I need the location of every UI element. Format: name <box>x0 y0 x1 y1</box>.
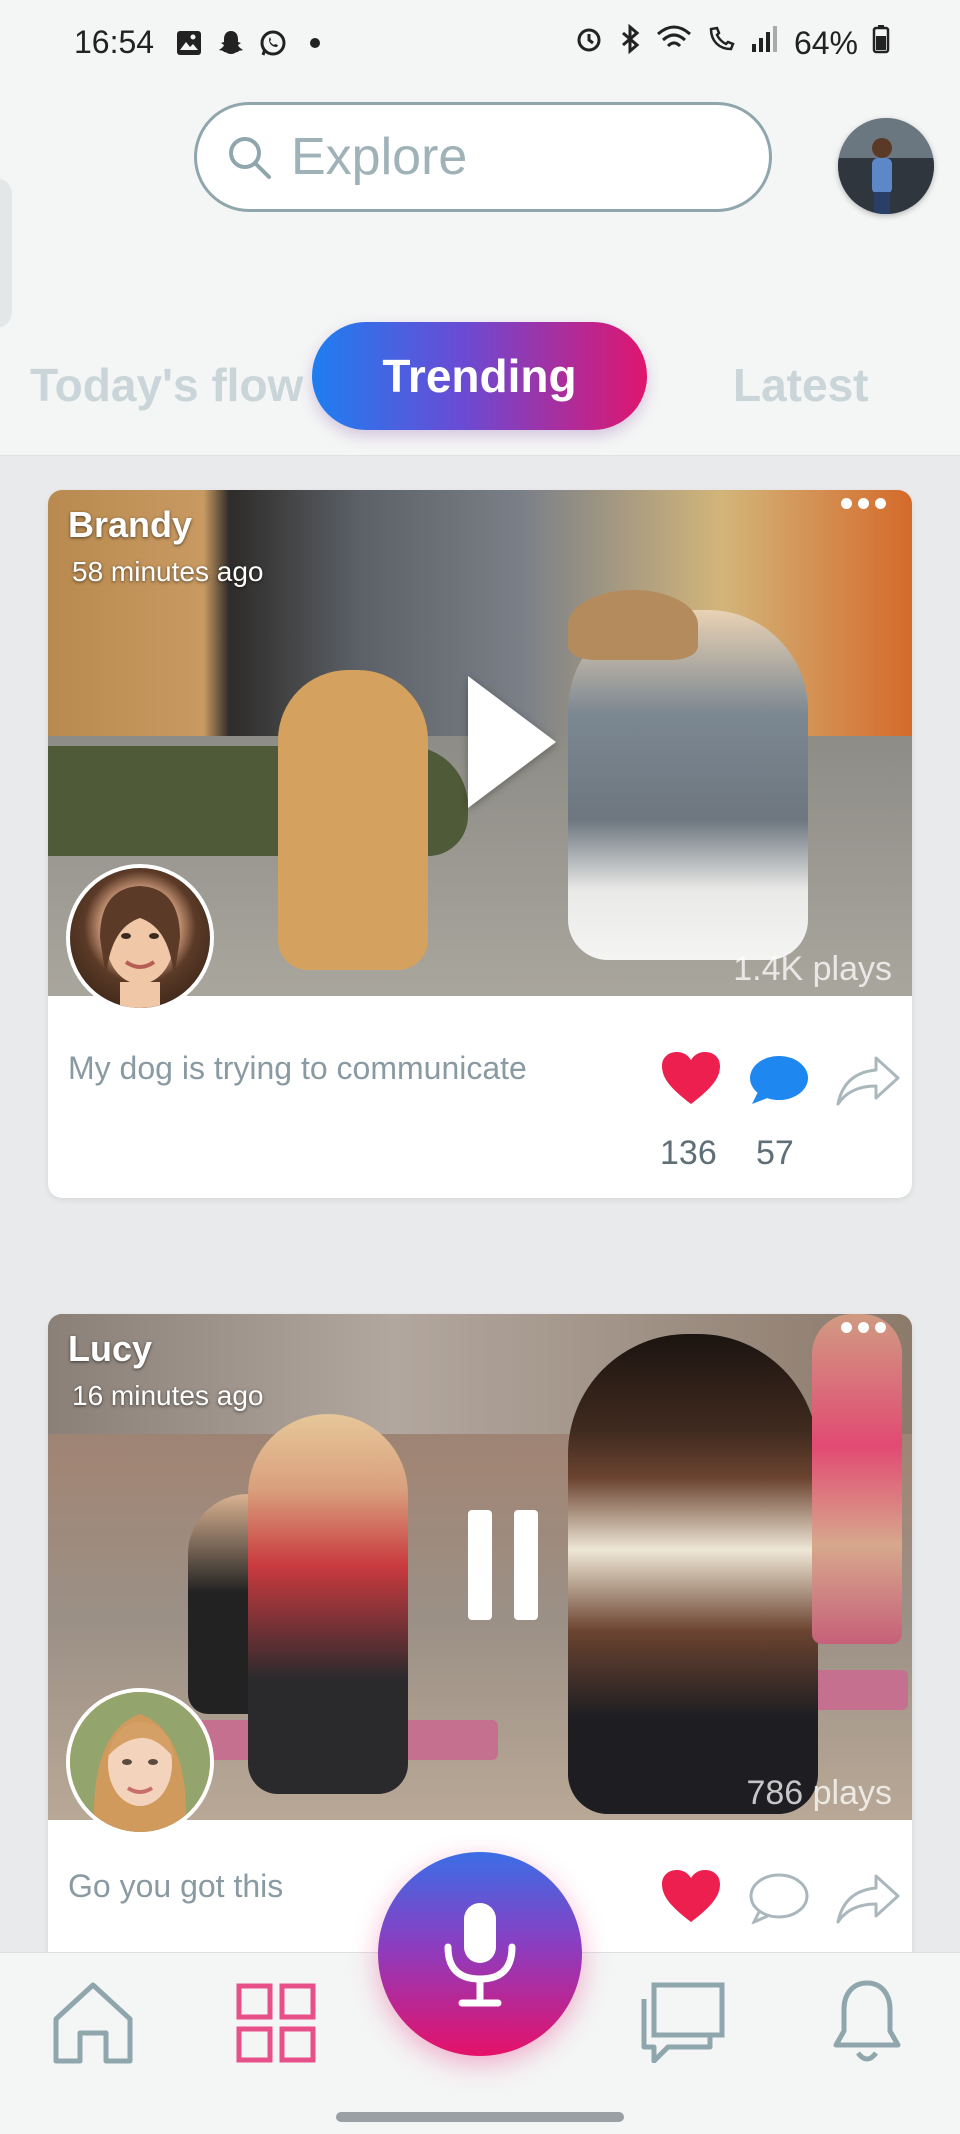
grid-icon[interactable] <box>236 1983 316 2063</box>
mic-icon <box>444 1903 516 2007</box>
comment-count: 57 <box>756 1134 794 1172</box>
wifi-icon <box>656 24 692 62</box>
play-count: 786 plays <box>746 1774 892 1812</box>
media-scene-person <box>248 1414 408 1794</box>
like-count: 136 <box>660 1134 717 1172</box>
user-avatar[interactable] <box>66 864 214 1012</box>
post-username[interactable]: Brandy <box>68 504 192 546</box>
post-timestamp: 58 minutes ago <box>72 556 264 587</box>
media-scene-dog <box>278 670 428 970</box>
media-scene-hat <box>568 590 698 660</box>
post-caption: Go you got this <box>68 1868 284 1904</box>
heart-icon[interactable] <box>660 1050 722 1106</box>
search-input[interactable] <box>291 127 731 187</box>
status-left-icons <box>174 28 330 58</box>
tab-todays-flow[interactable]: Today's flow <box>30 358 303 412</box>
post-card: Brandy 58 minutes ago 1.4K plays My dog … <box>48 490 912 1198</box>
status-time: 16:54 <box>74 24 155 60</box>
post-username[interactable]: Lucy <box>68 1328 152 1370</box>
status-right: 64% <box>574 23 890 62</box>
home-icon[interactable] <box>50 1979 136 2065</box>
comment-icon[interactable] <box>748 1872 810 1924</box>
wifi-call-icon <box>706 24 736 62</box>
heart-icon[interactable] <box>660 1868 722 1924</box>
bell-icon[interactable] <box>830 1977 904 2067</box>
whatsapp-icon <box>258 28 288 58</box>
media-scene-person <box>568 1334 818 1814</box>
signal-icon <box>750 24 780 62</box>
pause-icon[interactable] <box>468 1510 538 1620</box>
share-icon[interactable] <box>836 1054 900 1106</box>
feed-tabs: Today's flow Trending Latest <box>0 322 960 432</box>
tab-trending[interactable]: Trending <box>312 322 647 430</box>
share-icon[interactable] <box>836 1872 900 1924</box>
search-icon <box>229 137 271 179</box>
post-timestamp: 16 minutes ago <box>72 1380 264 1411</box>
app-header: Today's flow Trending Latest <box>0 88 960 456</box>
side-drawer-handle[interactable] <box>0 178 12 328</box>
media-scene-woman <box>568 610 808 960</box>
post-actions: 136 57 <box>660 1050 900 1172</box>
gallery-icon <box>174 28 204 58</box>
snapchat-icon <box>216 28 246 58</box>
comment-icon[interactable] <box>748 1054 810 1106</box>
search-bar[interactable] <box>194 102 772 212</box>
profile-avatar[interactable] <box>838 118 934 214</box>
chat-icon[interactable] <box>640 1981 726 2063</box>
home-indicator[interactable] <box>336 2112 624 2122</box>
more-options-icon[interactable] <box>841 1322 886 1333</box>
user-avatar[interactable] <box>66 1688 214 1836</box>
more-options-icon[interactable] <box>841 498 886 509</box>
play-count: 1.4K plays <box>733 950 892 988</box>
record-button[interactable] <box>378 1852 582 2056</box>
tab-latest[interactable]: Latest <box>733 358 868 412</box>
battery-text: 64% <box>793 24 858 61</box>
bluetooth-icon <box>618 23 642 62</box>
media-scene-person <box>812 1314 902 1644</box>
play-icon[interactable] <box>468 676 556 808</box>
post-caption: My dog is trying to communicate <box>68 1050 527 1086</box>
dot-icon <box>300 28 330 58</box>
battery-icon <box>872 24 890 62</box>
status-bar: 16:54 64% <box>0 0 960 88</box>
alarm-icon <box>574 24 604 62</box>
